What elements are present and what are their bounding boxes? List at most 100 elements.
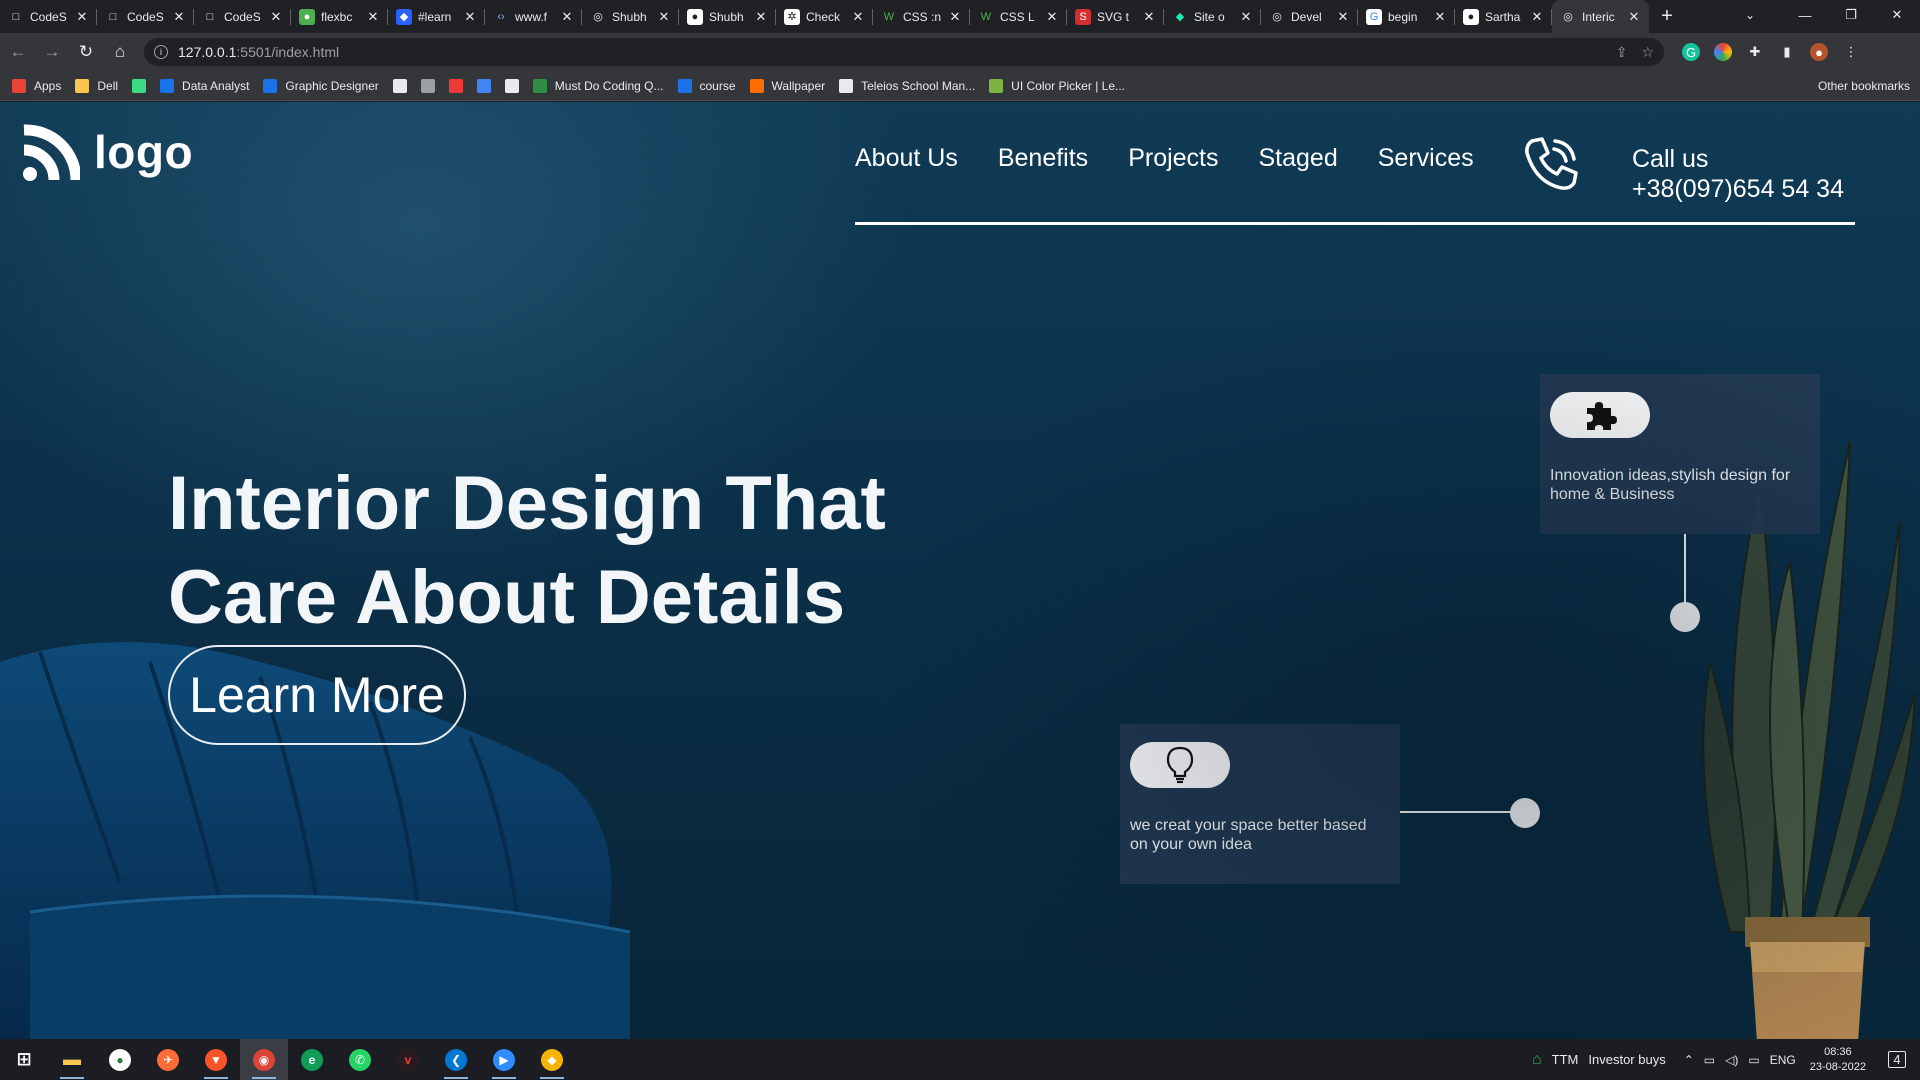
tab-close-icon[interactable]: ✕ xyxy=(1530,9,1544,25)
app-green-icon[interactable]: ● xyxy=(96,1039,144,1080)
battery-icon[interactable]: ▭ xyxy=(1704,1053,1715,1067)
site-logo[interactable]: logo xyxy=(20,122,193,182)
nav-about-us[interactable]: About Us xyxy=(855,144,958,173)
puzzle-icon-pill[interactable] xyxy=(1550,392,1650,438)
tab-close-icon[interactable]: ✕ xyxy=(948,9,962,25)
chevron-up-icon[interactable]: ⌃ xyxy=(1684,1053,1694,1067)
new-tab-button[interactable]: + xyxy=(1649,0,1685,33)
browser-tab[interactable]: Gbegin ✕ xyxy=(1358,0,1455,33)
bookmark-item[interactable]: Data Analyst xyxy=(160,78,249,93)
browser-tab[interactable]: ◎ Devel ✕ xyxy=(1261,0,1358,33)
browser-tab[interactable]: W CSS :n ✕ xyxy=(873,0,970,33)
bookmark-item[interactable]: Apps xyxy=(12,78,61,93)
browser-tab[interactable]: W CSS L ✕ xyxy=(970,0,1067,33)
forward-icon[interactable]: → xyxy=(36,36,68,68)
minimize-button[interactable]: — xyxy=(1782,0,1828,30)
share-icon[interactable]: ⇪ xyxy=(1616,44,1628,61)
bookmark-item[interactable] xyxy=(392,78,407,93)
browser-tab[interactable]: ● Shubh ✕ xyxy=(679,0,776,33)
nav-projects[interactable]: Projects xyxy=(1128,144,1218,173)
vscode-icon[interactable]: ❮ xyxy=(432,1039,480,1080)
bookmark-item[interactable]: Must Do Coding Q... xyxy=(532,78,664,93)
browser-tab[interactable]: S SVG t ✕ xyxy=(1067,0,1164,33)
tab-close-icon[interactable]: ✕ xyxy=(1239,9,1253,25)
browser-tab[interactable]: ● flexbc ✕ xyxy=(291,0,388,33)
close-window-button[interactable]: ✕ xyxy=(1874,0,1920,30)
browser-tab[interactable]: ◎ Interic ✕ xyxy=(1552,0,1649,33)
browser-tab[interactable]: ✲ Check ✕ xyxy=(776,0,873,33)
hotspot-dot-1[interactable] xyxy=(1670,602,1700,632)
tab-close-icon[interactable]: ✕ xyxy=(366,9,380,25)
postman-icon[interactable]: ✈ xyxy=(144,1039,192,1080)
phone-icon[interactable] xyxy=(1522,135,1580,193)
back-icon[interactable]: ← xyxy=(2,36,34,68)
bookmark-item[interactable]: Teleios School Man... xyxy=(839,78,975,93)
tab-close-icon[interactable]: ✕ xyxy=(1627,9,1641,25)
bookmark-item[interactable]: course xyxy=(677,78,736,93)
bookmark-item[interactable]: Wallpaper xyxy=(749,78,825,93)
hotspot-dot-2[interactable] xyxy=(1510,798,1540,828)
vivaldi-icon[interactable]: v xyxy=(384,1039,432,1080)
extensions-puzzle-icon[interactable]: ✚ xyxy=(1746,43,1764,61)
tab-close-icon[interactable]: ✕ xyxy=(172,9,186,25)
nav-benefits[interactable]: Benefits xyxy=(998,144,1088,173)
tab-close-icon[interactable]: ✕ xyxy=(269,9,283,25)
tab-close-icon[interactable]: ✕ xyxy=(754,9,768,25)
chrome-icon[interactable]: ◉ xyxy=(240,1039,288,1080)
bookmark-item[interactable] xyxy=(476,78,491,93)
learn-more-button[interactable]: Learn More xyxy=(168,645,466,745)
brave-icon[interactable]: ▼ xyxy=(192,1039,240,1080)
bookmark-item[interactable] xyxy=(448,78,463,93)
bookmark-item[interactable] xyxy=(132,78,147,93)
tab-close-icon[interactable]: ✕ xyxy=(851,9,865,25)
language-indicator[interactable]: ENG xyxy=(1770,1053,1796,1067)
network-icon[interactable]: ▭ xyxy=(1748,1053,1759,1067)
home-icon[interactable]: ⌂ xyxy=(104,36,136,68)
nav-staged[interactable]: Staged xyxy=(1259,144,1338,173)
restore-button[interactable]: ❐ xyxy=(1828,0,1874,30)
zoom-icon[interactable]: ▶ xyxy=(480,1039,528,1080)
grammarly-icon[interactable]: G xyxy=(1682,43,1700,61)
site-info-icon[interactable]: i xyxy=(154,45,168,59)
tab-close-icon[interactable]: ✕ xyxy=(1045,9,1059,25)
edge-icon[interactable]: e xyxy=(288,1039,336,1080)
browser-tab[interactable]: □ CodeS ✕ xyxy=(97,0,194,33)
volume-icon[interactable]: ◁) xyxy=(1725,1053,1738,1067)
bookmark-item[interactable] xyxy=(504,78,519,93)
address-bar[interactable]: i 127.0.0.1:5501/index.html ⇪ ☆ xyxy=(144,38,1664,66)
tab-close-icon[interactable]: ✕ xyxy=(657,9,671,25)
file-explorer-icon[interactable]: ▬ xyxy=(48,1039,96,1080)
menu-kebab-icon[interactable]: ⋮ xyxy=(1842,43,1860,61)
nav-services[interactable]: Services xyxy=(1378,144,1474,173)
tab-close-icon[interactable]: ✕ xyxy=(1142,9,1156,25)
profile-avatar[interactable]: ● xyxy=(1810,43,1828,61)
bookmark-item[interactable]: Dell xyxy=(75,78,118,93)
browser-tab[interactable]: ◎ Shubh ✕ xyxy=(582,0,679,33)
side-panel-icon[interactable]: ▮ xyxy=(1778,43,1796,61)
browser-tab[interactable]: ◆ #learn ✕ xyxy=(388,0,485,33)
git-icon[interactable]: ◆ xyxy=(528,1039,576,1080)
whatsapp-icon[interactable]: ✆ xyxy=(336,1039,384,1080)
tab-close-icon[interactable]: ✕ xyxy=(75,9,89,25)
clock[interactable]: 08:36 23-08-2022 xyxy=(1810,1045,1866,1075)
tab-close-icon[interactable]: ✕ xyxy=(463,9,477,25)
bookmark-item[interactable]: Graphic Designer xyxy=(263,78,379,93)
tab-close-icon[interactable]: ✕ xyxy=(1336,9,1350,25)
browser-tab[interactable]: □ CodeS ✕ xyxy=(0,0,97,33)
tab-search-icon[interactable]: ⌄ xyxy=(1730,0,1770,30)
lightbulb-icon-pill[interactable] xyxy=(1130,742,1230,788)
browser-tab[interactable]: ‹› www.f ✕ xyxy=(485,0,582,33)
bookmark-item[interactable] xyxy=(420,78,435,93)
tab-close-icon[interactable]: ✕ xyxy=(1433,9,1447,25)
start-button[interactable]: ⊞ xyxy=(0,1039,48,1080)
notification-icon[interactable]: 4 xyxy=(1882,1045,1912,1075)
browser-tab[interactable]: ● Sartha ✕ xyxy=(1455,0,1552,33)
color-picker-icon[interactable] xyxy=(1714,43,1732,61)
call-block[interactable]: Call us +38(097)654 54 34 xyxy=(1632,144,1844,204)
reload-icon[interactable]: ↻ xyxy=(70,36,102,68)
stock-widget[interactable]: ⌂ TTM Investor buys xyxy=(1532,1051,1666,1069)
browser-tab[interactable]: ◆ Site o ✕ xyxy=(1164,0,1261,33)
bookmark-star-icon[interactable]: ☆ xyxy=(1641,44,1654,61)
tab-close-icon[interactable]: ✕ xyxy=(560,9,574,25)
other-bookmarks[interactable]: Other bookmarks xyxy=(1810,71,1910,101)
